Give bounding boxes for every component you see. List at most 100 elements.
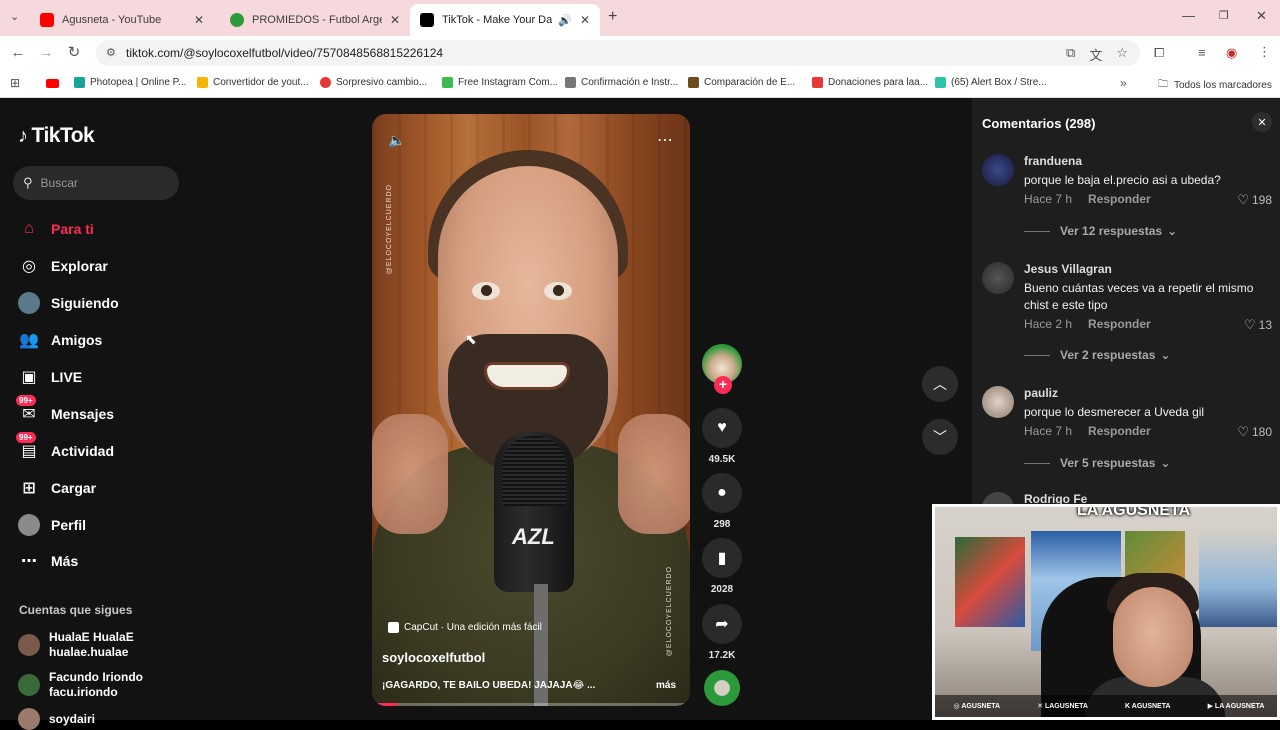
nav-live[interactable]: ▣ LIVE [18,366,82,388]
close-tab-icon[interactable]: ✕ [194,13,204,27]
chevron-up-icon: ︿ [933,376,947,392]
nav-perfil[interactable]: Perfil [18,514,86,536]
close-tab-icon[interactable]: ✕ [390,13,400,27]
video-player[interactable]: AZL @ELOCOYELCUERDO @ELOCOYELCUERDO 🔈 ⋯ … [372,114,690,706]
following-account[interactable]: HualaE HualaE hualae.hualae [18,630,134,660]
extensions-icon[interactable]: ⧠ [1154,45,1164,61]
tiktok-logo[interactable]: ♪ TikTok [18,124,95,148]
reply-button[interactable]: Responder [1088,192,1151,206]
bookmark-favicon-icon [197,77,208,88]
media-icon[interactable]: ≡ [1198,45,1206,60]
bookmark-item[interactable]: Free Instagram Com... [442,77,558,88]
video-author[interactable]: soylocoxelfutbol [382,650,485,665]
bookmark-favicon-icon [688,77,699,88]
avatar[interactable] [982,386,1014,418]
share-icon: ➦ [702,604,742,644]
nav-cargar[interactable]: ⊞ Cargar [18,477,96,499]
close-tab-icon[interactable]: ✕ [580,13,590,27]
video-progress-fill [372,703,398,706]
comment-like-button[interactable]: ♡ 180 [1237,424,1272,440]
view-replies-button[interactable]: Ver 5 respuestas ⌄ [1024,456,1170,470]
bookmark-item[interactable]: Photopea | Online P... [74,77,186,88]
comment-like-button[interactable]: ♡ 198 [1237,192,1272,208]
chevron-down-icon: ⌄ [1160,456,1171,470]
comment-icon: ● [702,473,742,513]
reply-button[interactable]: Responder [1088,317,1151,331]
save-button[interactable]: ▮ 2028 [702,538,742,595]
close-comments-button[interactable]: ✕ [1252,112,1272,132]
bookmark-item[interactable]: Sorpresivo cambio... [320,77,427,88]
more-options-icon[interactable]: ⋯ [657,130,674,150]
install-app-icon[interactable]: ⧉ [1066,45,1075,64]
bookmark-item[interactable]: Donaciones para laa... [812,77,928,88]
bookmark-item[interactable]: Comparación de E... [688,77,795,88]
window-close-icon[interactable]: ✕ [1256,8,1267,24]
video-progress-bar[interactable] [372,703,690,706]
activity-icon: ▤ 99+ [16,432,40,462]
follow-plus-button[interactable]: + [714,376,732,394]
next-video-button[interactable]: ﹀ [922,419,958,455]
avatar[interactable] [982,154,1014,186]
youtube-bookmark-icon[interactable] [46,79,59,88]
video-watermark: @ELOCOYELCUERDO [386,184,393,275]
new-tab-button[interactable]: + [608,8,617,26]
nav-para-ti[interactable]: ⌂ Para ti [18,218,94,240]
x-handle: ✕ LAGUSNETA [1037,703,1088,710]
minimize-icon[interactable]: — [1182,8,1195,23]
back-icon[interactable]: ← [8,43,28,63]
nav-explorar[interactable]: ◎ Explorar [18,255,108,277]
caption-more-link[interactable]: más [656,680,676,691]
restore-icon[interactable]: ❐ [1219,9,1229,22]
apps-grid-icon[interactable]: ⊞ [10,76,20,90]
bookmark-item[interactable]: Confirmación e Instr... [565,77,678,88]
bookmark-item[interactable]: Convertidor de yout... [197,77,309,88]
tab-search-chevron-icon[interactable]: ⌄ [10,10,19,23]
volume-icon[interactable]: 🔈 [388,132,405,149]
site-info-icon[interactable]: ⚙ [106,46,116,59]
browser-toolbar: ← → ↻ ⚙ tiktok.com/@soylocoxelfutbol/vid… [0,36,1280,70]
comment-like-button[interactable]: ♡ 13 [1244,317,1272,333]
url-text[interactable]: tiktok.com/@soylocoxelfutbol/video/75708… [126,46,443,60]
avatar[interactable] [982,262,1014,294]
comment-button[interactable]: ● 298 [702,473,742,530]
menu-kebab-icon[interactable]: ⋮ [1258,44,1271,60]
comment-username[interactable]: pauliz [1024,386,1058,400]
browser-tab-promiedos[interactable]: PROMIEDOS - Futbol Argentino ✕ [220,4,410,36]
previous-video-button[interactable]: ︿ [922,366,958,402]
comment-username[interactable]: Jesus Villagran [1024,262,1112,276]
bookmarks-overflow-icon[interactable]: » [1120,76,1127,90]
reply-button[interactable]: Responder [1088,424,1151,438]
nav-siguiendo[interactable]: Siguiendo [18,292,119,314]
music-disc-icon[interactable] [704,670,740,706]
bookmark-item[interactable]: (65) Alert Box / Stre... [935,77,1047,88]
bookmark-star-icon[interactable]: ☆ [1116,45,1128,64]
address-bar[interactable]: ⚙ tiktok.com/@soylocoxelfutbol/video/757… [96,40,1140,66]
heart-outline-icon: ♡ [1237,192,1249,207]
all-bookmarks-folder[interactable]: 🗀 Todos los marcadores [1158,77,1272,94]
following-account[interactable]: soydairi [18,708,95,730]
like-button[interactable]: ♥ 49.5K [702,408,742,465]
video-person-eye [544,282,572,300]
comments-header: Comentarios (298) [982,116,1096,131]
video-feed: AZL @ELOCOYELCUERDO @ELOCOYELCUERDO 🔈 ⋯ … [200,98,972,720]
comment-count: 298 [713,519,731,530]
profile-avatar-icon[interactable]: ◉ [1226,45,1237,61]
share-button[interactable]: ➦ 17.2K [702,604,742,661]
comment-text: porque lo desmerecer a Uveda gil [1024,405,1205,419]
nav-actividad[interactable]: ▤ 99+ Actividad [16,432,114,462]
browser-tab-tiktok[interactable]: TikTok - Make Your Day 🔊 ✕ [410,4,600,36]
speaker-icon[interactable]: 🔊 [558,14,572,27]
view-replies-button[interactable]: Ver 2 respuestas ⌄ [1024,348,1170,362]
view-replies-button[interactable]: Ver 12 respuestas ⌄ [1024,224,1177,238]
nav-mensajes[interactable]: ✉ 99+ Mensajes [16,395,114,425]
translate-icon[interactable]: 文 [1089,45,1102,64]
browser-tab-youtube[interactable]: Agusneta - YouTube ✕ [30,4,214,36]
nav-amigos[interactable]: 👥 Amigos [18,329,102,351]
following-account[interactable]: Facundo Iriondo facu.iriondo [18,670,143,700]
forward-icon[interactable]: → [36,43,56,63]
reload-icon[interactable]: ↻ [64,43,84,63]
capcut-tag[interactable]: CapCut · Una edición más fácil [388,622,542,633]
nav-mas[interactable]: ⋯ Más [18,550,78,572]
comment-username[interactable]: franduena [1024,154,1082,168]
search-input[interactable]: ⚲ Buscar [13,166,179,200]
